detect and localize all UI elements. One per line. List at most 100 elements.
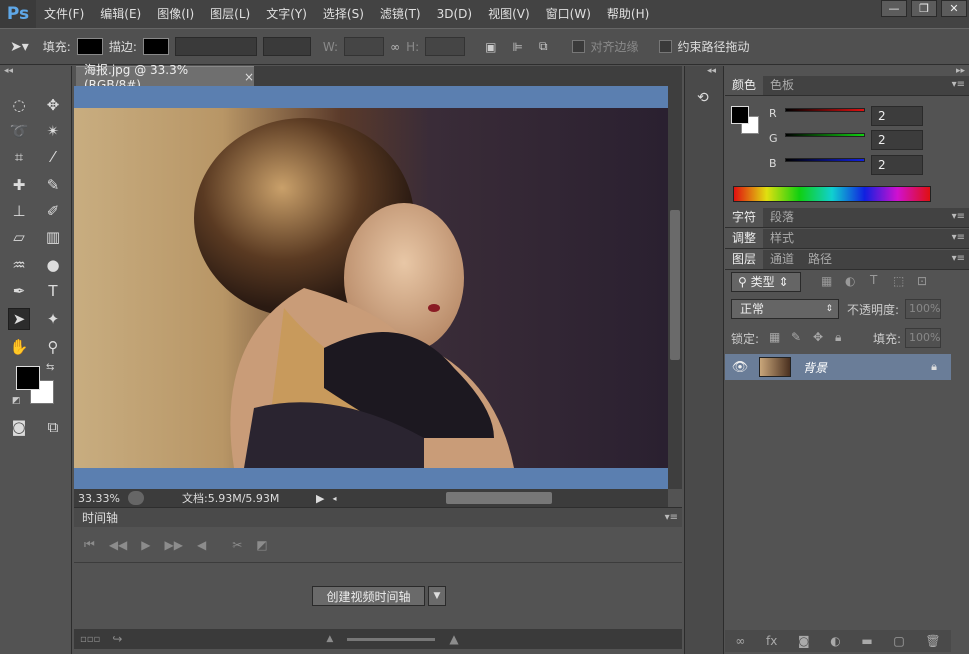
status-menu-arrow-icon[interactable]: ▶ [316, 492, 324, 505]
horizontal-scroll-thumb[interactable] [446, 492, 552, 504]
new-adjustment-layer-icon[interactable]: ◐ [830, 634, 840, 648]
tab-layers[interactable]: 图层 [725, 250, 764, 269]
close-button[interactable]: ✕ [941, 0, 967, 17]
menu-view[interactable]: 视图(V) [480, 0, 538, 28]
marquee-tool-icon[interactable]: ◌ [8, 94, 30, 116]
move-tool-icon[interactable]: ✥ [42, 94, 64, 116]
scissors-icon[interactable]: ✂ [232, 538, 242, 552]
menu-image[interactable]: 图像(I) [149, 0, 202, 28]
menu-select[interactable]: 选择(S) [315, 0, 372, 28]
stroke-width-dropdown[interactable] [174, 37, 257, 56]
color-spectrum-bar[interactable] [733, 186, 931, 202]
history-brush-icon[interactable]: ✐ [42, 200, 64, 222]
link-layers-icon[interactable]: ∞ [735, 634, 745, 648]
gradient-tool-icon[interactable]: ▥ [42, 226, 64, 248]
brush-tool-icon[interactable]: ✎ [42, 174, 64, 196]
fx-icon[interactable]: fx [766, 634, 777, 648]
eraser-tool-icon[interactable]: ▱ [8, 226, 30, 248]
b-value[interactable]: 2 [871, 155, 923, 175]
document-tab[interactable]: 海报.jpg @ 33.3%(RGB/8#) × [76, 63, 254, 92]
default-colors-icon[interactable]: ◩ [12, 396, 21, 406]
tab-swatches[interactable]: 色板 [763, 76, 802, 95]
color-panel-menu-icon[interactable]: ▾≡ [952, 79, 965, 90]
character-panel-menu-icon[interactable]: ▾≡ [952, 211, 965, 222]
blend-mode-dropdown[interactable]: 正常 ⇕ [731, 299, 839, 319]
link-icon[interactable]: ∞ [390, 40, 400, 54]
eyedropper-icon[interactable]: ⁄ [42, 146, 64, 168]
g-slider[interactable] [785, 133, 865, 137]
foreground-color-swatch[interactable] [16, 366, 40, 390]
hand-tool-icon[interactable]: ✋ [8, 336, 30, 358]
menu-help[interactable]: 帮助(H) [599, 0, 657, 28]
zoom-in-timeline-icon[interactable]: ▲ [449, 632, 458, 646]
audio-icon[interactable]: ◀ [197, 538, 206, 552]
scroll-left-icon[interactable]: ◂ [332, 494, 336, 503]
menu-file[interactable]: 文件(F) [36, 0, 92, 28]
zoom-level[interactable]: 33.33% [74, 492, 128, 505]
height-field[interactable] [425, 37, 466, 56]
stroke-swatch[interactable] [142, 38, 169, 55]
timeline-zoom-slider[interactable] [347, 637, 436, 641]
blur-tool-icon[interactable]: ♒ [8, 254, 30, 276]
crop-tool-icon[interactable]: ⌗ [8, 146, 30, 168]
tab-paragraph[interactable]: 段落 [763, 208, 802, 227]
color-fg-swatch[interactable] [731, 106, 749, 124]
lock-position-icon[interactable]: ✥ [813, 330, 823, 344]
menu-type[interactable]: 文字(Y) [258, 0, 315, 28]
timeline-panel-menu-icon[interactable]: ▾≡ [665, 512, 678, 523]
lock-transparency-icon[interactable]: ▦ [769, 330, 780, 344]
play-icon[interactable]: ▶ [141, 538, 150, 552]
pen-tool-icon[interactable]: ✒ [8, 280, 30, 302]
type-filter-icon[interactable]: T [870, 273, 877, 287]
dock-expand-icon[interactable]: ▸▸ [956, 66, 965, 76]
tab-channels[interactable]: 通道 [763, 250, 802, 269]
opacity-field[interactable]: 100% [905, 299, 941, 319]
delete-layer-icon[interactable]: 🗑︎ [925, 634, 940, 648]
add-mask-icon[interactable]: ◙ [798, 634, 810, 648]
width-field[interactable] [344, 37, 385, 56]
healing-brush-icon[interactable]: ✚ [8, 174, 30, 196]
menu-window[interactable]: 窗口(W) [538, 0, 599, 28]
minimize-button[interactable]: — [881, 0, 907, 17]
lasso-tool-icon[interactable]: ➰ [8, 120, 30, 142]
stroke-type-dropdown[interactable] [262, 37, 311, 56]
constrain-path-checkbox[interactable] [658, 40, 672, 53]
path-selection-tool-icon[interactable]: ➤ [8, 308, 30, 330]
menu-filter[interactable]: 滤镜(T) [372, 0, 429, 28]
zoom-out-timeline-icon[interactable]: ▲ [326, 634, 333, 644]
layer-name[interactable]: 背景 [803, 359, 827, 376]
r-slider[interactable] [785, 108, 865, 112]
adjustment-filter-icon[interactable]: ◐ [845, 274, 855, 288]
path-alignment-icon[interactable]: ⊫ [513, 40, 523, 54]
smart-object-filter-icon[interactable]: ⊡ [917, 274, 927, 288]
menu-3d[interactable]: 3D(D) [429, 0, 480, 28]
dodge-tool-icon[interactable]: ● [42, 254, 64, 276]
fill-swatch[interactable] [76, 38, 103, 55]
magic-wand-icon[interactable]: ✴ [42, 120, 64, 142]
panel-collapse-icon[interactable]: ◂◂ [4, 66, 13, 76]
type-tool-icon[interactable]: T [42, 280, 64, 302]
status-options-icon[interactable] [128, 491, 144, 505]
tab-adjustments[interactable]: 调整 [725, 229, 764, 248]
new-layer-icon[interactable]: ▢ [893, 634, 904, 648]
menu-edit[interactable]: 编辑(E) [92, 0, 149, 28]
eye-icon[interactable]: 👁︎ [725, 360, 755, 375]
fill-field[interactable]: 100% [905, 328, 941, 348]
path-arrangement-icon[interactable]: ⧉ [539, 39, 548, 54]
layers-panel-menu-icon[interactable]: ▾≡ [952, 253, 965, 264]
transition-icon[interactable]: ◩ [256, 538, 267, 552]
b-slider[interactable] [785, 158, 865, 162]
tab-styles[interactable]: 样式 [763, 229, 802, 248]
tab-character[interactable]: 字符 [725, 208, 764, 227]
pixel-filter-icon[interactable]: ▦ [821, 274, 832, 288]
tab-paths[interactable]: 路径 [801, 250, 840, 269]
timeline-convert-icon[interactable]: ↪ [112, 632, 122, 646]
path-operations-icon[interactable]: ▣ [485, 40, 496, 54]
clone-stamp-icon[interactable]: ⊥ [8, 200, 30, 222]
adjustments-panel-menu-icon[interactable]: ▾≡ [952, 232, 965, 243]
tool-preset-icon[interactable]: ➤▾ [10, 39, 29, 55]
poster-photo[interactable] [74, 108, 668, 468]
shape-filter-icon[interactable]: ⬚ [893, 274, 904, 288]
lock-pixels-icon[interactable]: ✎ [791, 330, 801, 344]
tab-color[interactable]: 颜色 [725, 76, 764, 95]
